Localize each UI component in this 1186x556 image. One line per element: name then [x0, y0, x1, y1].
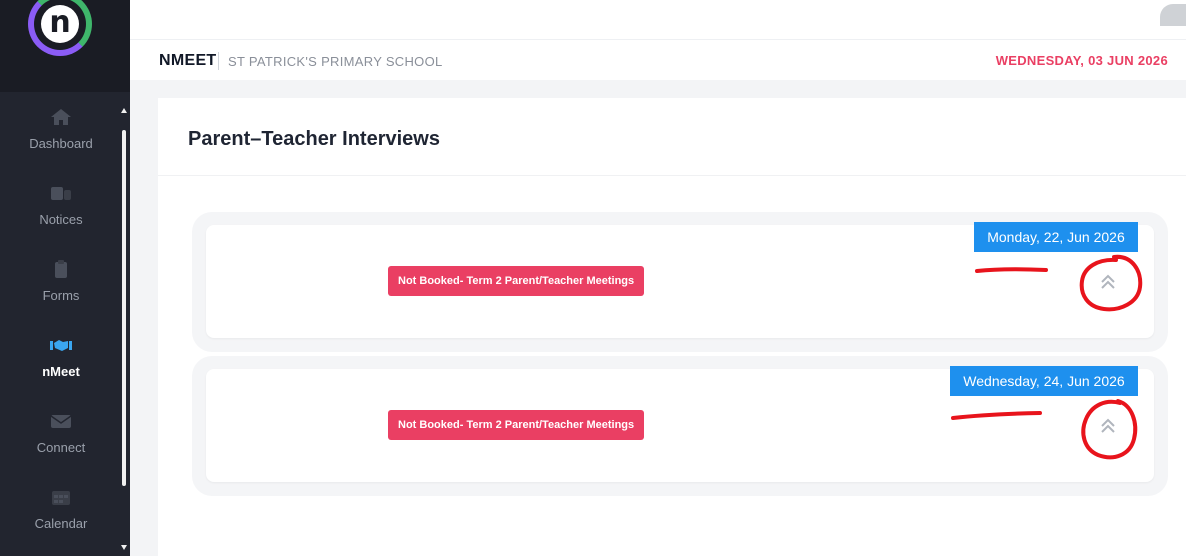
brand-label: NMEET	[159, 52, 217, 69]
interviews-panel: Parent–Teacher Interviews Not Booked- Te…	[158, 98, 1186, 556]
annotation-underline	[975, 267, 1048, 273]
interview-date-tag: Monday, 22, Jun 2026	[974, 222, 1138, 252]
scroll-down-arrow-icon[interactable]	[121, 545, 127, 550]
status-badge: Not Booked- Term 2 Parent/Teacher Meetin…	[388, 266, 645, 296]
sidebar-item-label: Calendar	[34, 516, 88, 531]
app-window: n Dashboard Notices Forms nMeet Connect …	[0, 0, 1186, 556]
sidebar-item-label: Notices	[39, 212, 83, 227]
sidebar-nav: Dashboard Notices Forms nMeet Connect Ca…	[0, 92, 122, 548]
page-title: Parent–Teacher Interviews	[188, 128, 440, 150]
logo-area: n	[0, 0, 130, 92]
sidebar: n Dashboard Notices Forms nMeet Connect …	[0, 0, 130, 556]
interview-card[interactable]: Not Booked- Term 2 Parent/Teacher Meetin…	[206, 222, 1154, 338]
interview-card-wrapper: Not Booked- Term 2 Parent/Teacher Meetin…	[192, 212, 1168, 352]
sidebar-item-connect[interactable]: Connect	[0, 396, 122, 472]
home-icon	[50, 108, 72, 126]
notices-icon	[50, 184, 72, 202]
nmeet-logo[interactable]: n	[28, 0, 92, 56]
annotation-circle	[1081, 399, 1138, 460]
forms-icon	[50, 260, 72, 278]
handshake-icon	[50, 336, 72, 354]
interview-card-wrapper: Not Booked- Term 2 Parent/Teacher Meetin…	[192, 356, 1168, 496]
envelope-icon	[50, 412, 72, 430]
top-bar	[130, 0, 1186, 40]
sidebar-item-calendar[interactable]: Calendar	[0, 472, 122, 548]
sidebar-item-nmeet[interactable]: nMeet	[0, 320, 122, 396]
sidebar-item-label: Dashboard	[29, 136, 93, 151]
sidebar-item-notices[interactable]: Notices	[0, 168, 122, 244]
annotation-underline	[951, 411, 1042, 420]
sidebar-scrollbar[interactable]	[121, 108, 127, 550]
panel-header: Parent–Teacher Interviews	[158, 114, 1186, 176]
scroll-thumb[interactable]	[122, 130, 126, 486]
status-badge: Not Booked- Term 2 Parent/Teacher Meetin…	[388, 410, 645, 440]
header-divider	[218, 52, 219, 70]
header-bar: NMEET ST PATRICK'S PRIMARY SCHOOL WEDNES…	[130, 40, 1186, 80]
sidebar-item-forms[interactable]: Forms	[0, 244, 122, 320]
scroll-up-arrow-icon[interactable]	[121, 108, 127, 113]
current-date: WEDNESDAY, 03 JUN 2026	[995, 53, 1168, 68]
main-content: NMEET ST PATRICK'S PRIMARY SCHOOL WEDNES…	[130, 0, 1186, 556]
sidebar-item-label: Connect	[36, 440, 86, 455]
sidebar-item-dashboard[interactable]: Dashboard	[0, 92, 122, 168]
interview-card[interactable]: Not Booked- Term 2 Parent/Teacher Meetin…	[206, 366, 1154, 482]
annotation-circle	[1079, 254, 1143, 312]
sidebar-item-label: nMeet	[42, 364, 80, 379]
avatar[interactable]	[1160, 4, 1186, 26]
school-name: ST PATRICK'S PRIMARY SCHOOL	[228, 54, 443, 69]
calendar-icon	[50, 488, 72, 506]
sidebar-item-label: Forms	[42, 288, 80, 303]
interview-date-tag: Wednesday, 24, Jun 2026	[950, 366, 1138, 396]
